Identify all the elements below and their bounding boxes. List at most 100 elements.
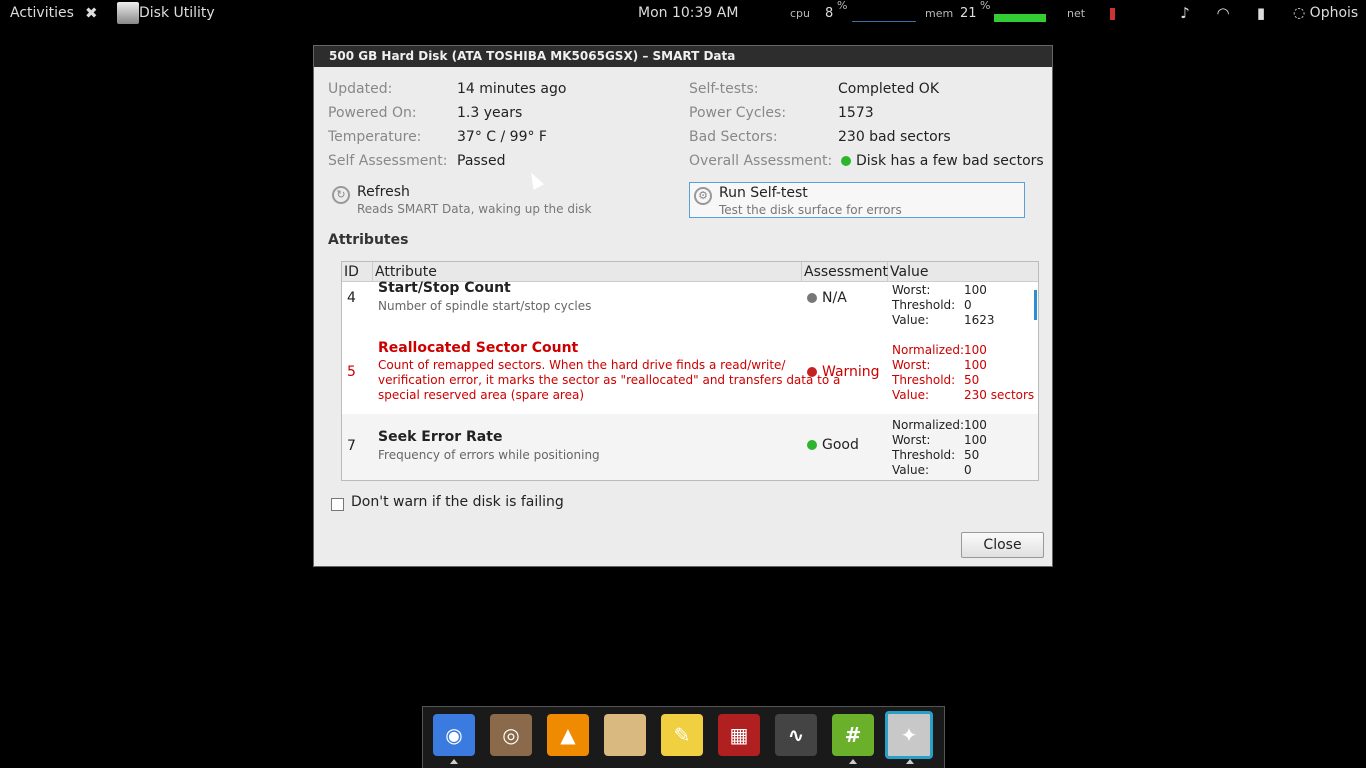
table-row[interactable]: 7 Seek Error Rate Frequency of errors wh… (342, 414, 1038, 480)
status-dot-icon (807, 440, 817, 450)
attribute-values: Worst: 100 Threshold: 0 Value: 1623 (892, 283, 995, 328)
terminal-icon: ▦ (729, 723, 749, 747)
clock[interactable]: Mon 10:39 AM (638, 0, 738, 27)
value-key: Value: (892, 313, 929, 327)
volume-icon[interactable]: ♪ (1176, 4, 1194, 22)
chrome-icon: ◉ (445, 723, 463, 747)
description-line: special reserved area (spare area) (378, 388, 585, 402)
attribute-id: 7 (347, 438, 356, 454)
value-key: Threshold: (892, 373, 956, 387)
description-line: verification error, it marks the sector … (378, 373, 841, 387)
dont-warn-checkbox[interactable] (331, 498, 344, 511)
top-panel: Activities ✖ Disk Utility Mon 10:39 AM c… (0, 0, 1366, 27)
dont-warn-label[interactable]: Don't warn if the disk is failing (351, 494, 564, 510)
activities-button[interactable]: Activities (10, 0, 74, 27)
refresh-icon: ↻ (332, 186, 350, 204)
battery-icon[interactable]: ▮ (1252, 4, 1270, 22)
column-header-attribute[interactable]: Attribute (373, 262, 802, 282)
running-indicator (849, 759, 857, 764)
run-self-test-button[interactable]: ⚙ Run Self-test Test the disk surface fo… (689, 182, 1025, 218)
column-header-value[interactable]: Value (888, 262, 1038, 282)
xchat-icon: # (844, 723, 862, 747)
attributes-table[interactable]: ID Attribute Assessment Value 4 Start/St… (341, 261, 1039, 481)
close-button[interactable]: Close (961, 532, 1044, 558)
assessment-text: Warning (822, 364, 880, 380)
table-row[interactable]: 5 Reallocated Sector Count Count of rema… (342, 330, 1038, 414)
cpu-label: cpu (790, 7, 811, 20)
mem-label: mem (925, 7, 954, 20)
cpu-graph[interactable] (852, 6, 916, 22)
attribute-description: Count of remapped sectors. When the hard… (378, 358, 840, 403)
attribute-values: Normalized:100 Worst: 100 Threshold: 50 Va… (892, 418, 987, 478)
table-row[interactable]: 4 Start/Stop Count Number of spindle sta… (342, 280, 1038, 330)
value-val: 1623 (964, 313, 995, 327)
updated-label: Updated: (328, 81, 393, 97)
value-key: Worst: (892, 358, 931, 372)
attribute-name: Reallocated Sector Count (378, 340, 579, 356)
table-scrollbar[interactable] (1034, 290, 1037, 320)
overall-assessment-value: Disk has a few bad sectors (856, 153, 1044, 169)
dock-item-notes[interactable]: ✎ (661, 714, 703, 756)
user-menu[interactable]: ◌ Ophois (1293, 0, 1358, 27)
value-key: Threshold: (892, 298, 956, 312)
attribute-assessment: Good (807, 437, 859, 453)
attribute-description: Number of spindle start/stop cycles (378, 299, 592, 313)
net-graph[interactable] (1100, 6, 1160, 22)
value-val: 100 (964, 343, 987, 357)
wifi-icon[interactable]: ◠ (1214, 4, 1232, 22)
updated-value: 14 minutes ago (457, 81, 567, 97)
net-graph-bar (1110, 8, 1115, 20)
attribute-id: 5 (347, 364, 356, 380)
value-val: 100 (964, 433, 987, 447)
notes-icon: ✎ (673, 723, 691, 747)
dock-item-xchat[interactable]: # (832, 714, 874, 756)
running-indicator (906, 759, 914, 764)
attributes-heading: Attributes (328, 232, 409, 248)
dock-item-speaker[interactable]: ◎ (490, 714, 532, 756)
bad-sectors-label: Bad Sectors: (689, 129, 778, 145)
app-menu[interactable]: Disk Utility (117, 0, 215, 27)
value-val: 50 (964, 373, 980, 387)
value-val: 0 (964, 463, 972, 477)
column-header-assessment[interactable]: Assessment (802, 262, 888, 282)
net-label: net (1067, 7, 1086, 20)
value-val: 50 (964, 448, 980, 462)
attribute-assessment: N/A (807, 290, 847, 306)
refresh-button[interactable]: ↻ Refresh Reads SMART Data, waking up th… (328, 182, 628, 218)
table-header: ID Attribute Assessment Value (342, 262, 1038, 282)
smart-data-dialog: 500 GB Hard Disk (ATA TOSHIBA MK5065GSX)… (313, 45, 1053, 567)
dock-item-disk-utility[interactable]: ✦ (885, 711, 933, 759)
self-test-title: Run Self-test (719, 185, 808, 201)
dock-item-system-monitor[interactable]: ∿ (775, 714, 817, 756)
dialog-title: 500 GB Hard Disk (ATA TOSHIBA MK5065GSX)… (314, 46, 1052, 67)
dock-item-chrome[interactable]: ◉ (433, 714, 475, 756)
dock-item-files[interactable] (604, 714, 646, 756)
attribute-id: 4 (347, 290, 356, 306)
value-val: 100 (964, 358, 987, 372)
value-val: 0 (964, 298, 972, 312)
temperature-label: Temperature: (328, 129, 422, 145)
column-header-id[interactable]: ID (342, 262, 373, 282)
dock-item-terminal[interactable]: ▦ (718, 714, 760, 756)
mem-unit: % (980, 0, 991, 12)
refresh-subtitle: Reads SMART Data, waking up the disk (357, 202, 592, 216)
system-monitor-icon: ∿ (787, 723, 805, 747)
bad-sectors-value: 230 bad sectors (838, 129, 951, 145)
mem-value: 21 (960, 6, 977, 21)
running-indicator (450, 759, 458, 764)
dock-item-vlc[interactable]: ▲ (547, 714, 589, 756)
value-key: Worst: (892, 283, 931, 297)
mem-graph[interactable] (994, 6, 1058, 22)
mem-graph-bar (994, 14, 1046, 22)
value-key: Normalized: (892, 418, 965, 432)
folder-icon (604, 714, 646, 756)
self-tests-value: Completed OK (838, 81, 940, 97)
status-dot-icon (807, 293, 817, 303)
attribute-assessment: Warning (807, 364, 880, 380)
vlc-icon: ▲ (560, 723, 576, 747)
value-val: 100 (964, 283, 987, 297)
value-key: Value: (892, 388, 929, 402)
cpu-value: 8 (825, 6, 834, 21)
close-app-icon[interactable]: ✖ (85, 0, 98, 27)
dock: ◉ ◎ ▲ ✎ ▦ ∿ # ✦ (422, 706, 945, 768)
